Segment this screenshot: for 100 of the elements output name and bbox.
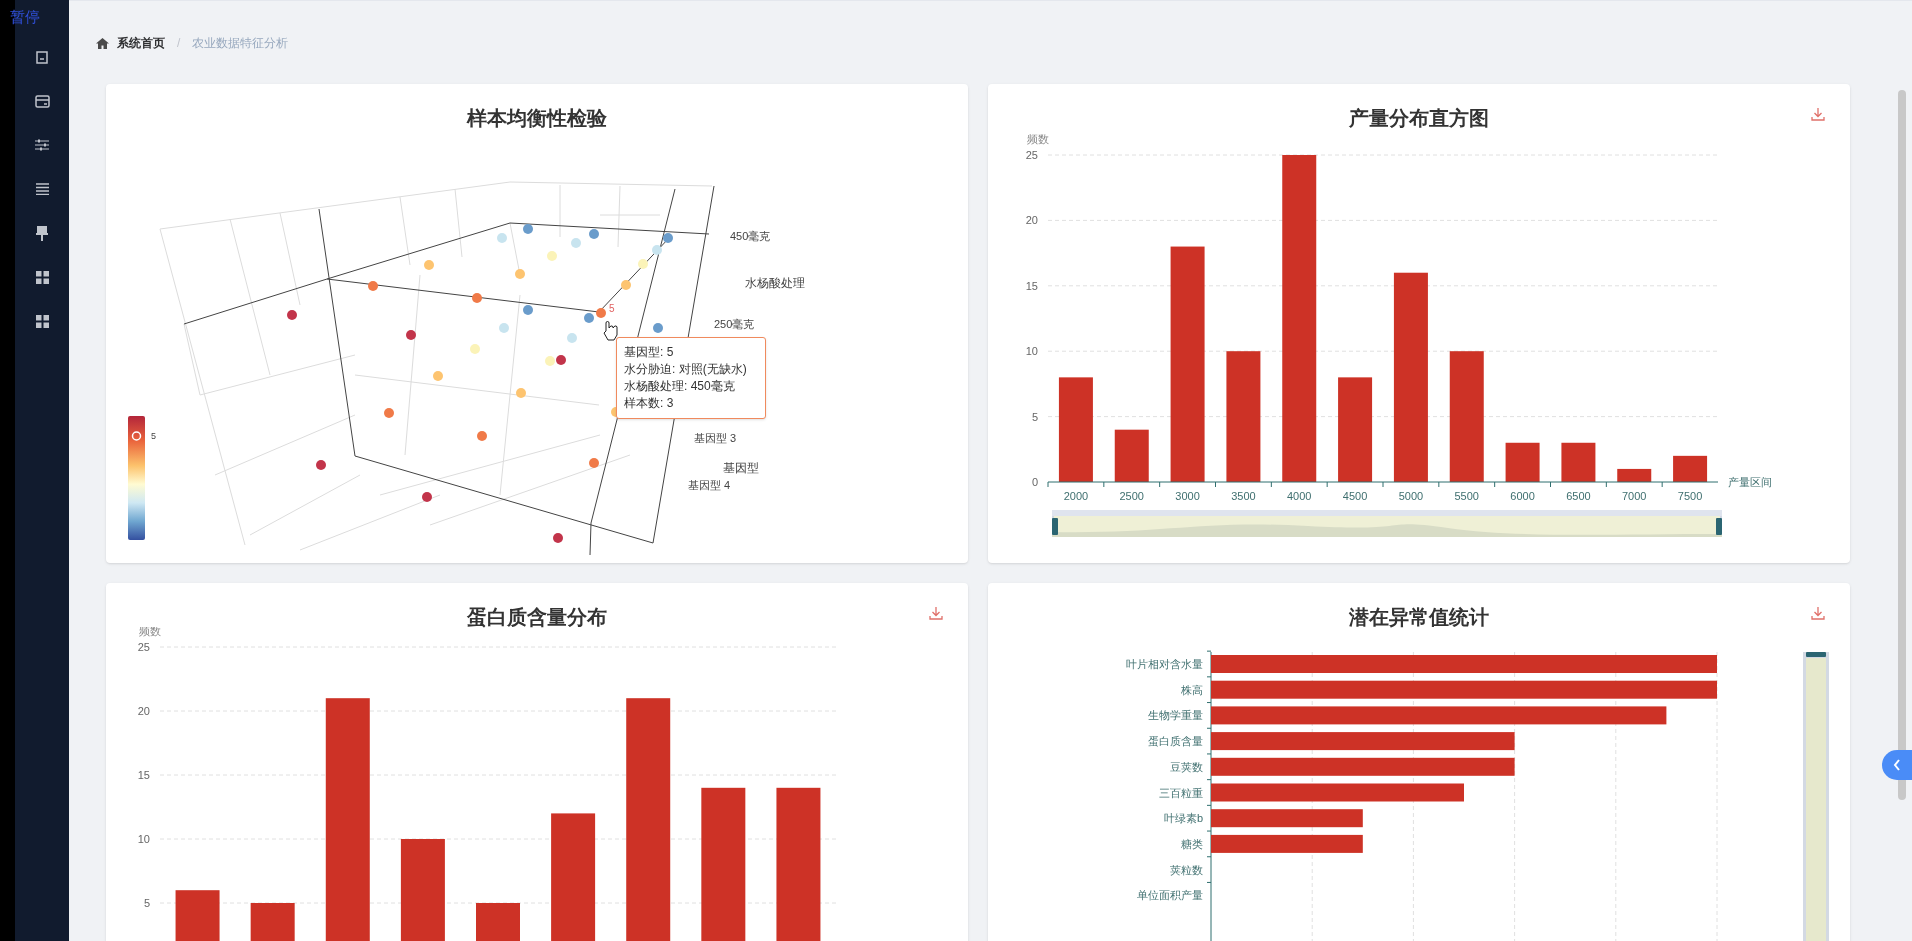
bar[interactable] xyxy=(701,787,746,941)
grid-icon[interactable] xyxy=(35,314,49,328)
pointer-cursor-icon xyxy=(603,321,618,341)
tooltip-line: 样本数: 3 xyxy=(624,395,675,412)
brush-icon[interactable] xyxy=(36,225,48,241)
axis-label: 3500 xyxy=(1231,490,1256,502)
slider-handle[interactable] xyxy=(1806,652,1826,657)
download-button[interactable] xyxy=(1810,106,1826,122)
breadcrumb-separator: / xyxy=(177,35,181,52)
document-icon[interactable] xyxy=(35,49,49,65)
zoom-slider[interactable] xyxy=(1052,510,1722,537)
bar[interactable] xyxy=(325,698,370,941)
breadcrumb-link[interactable]: 系统首页 xyxy=(117,34,165,52)
color-scale-label: 5 xyxy=(151,431,156,441)
color-scale-handle[interactable] xyxy=(131,431,142,441)
zoom-slider[interactable] xyxy=(1803,652,1829,941)
bar[interactable] xyxy=(1617,468,1652,482)
bar[interactable] xyxy=(1226,351,1261,482)
download-button[interactable] xyxy=(928,605,944,621)
download-icon xyxy=(1811,107,1825,121)
axis-title: 水杨酸处理 xyxy=(745,276,805,290)
axis-label: 4000 xyxy=(1287,490,1312,502)
data-point[interactable] xyxy=(477,431,487,441)
bar[interactable] xyxy=(1211,834,1363,853)
color-scale[interactable] xyxy=(128,416,145,540)
bar[interactable] xyxy=(1211,757,1515,776)
bar[interactable] xyxy=(1211,809,1363,828)
data-point[interactable] xyxy=(596,308,606,318)
axis-label: 6000 xyxy=(1510,490,1535,502)
axis-label: 20 xyxy=(1025,214,1038,227)
axis-label: 25 xyxy=(137,641,150,653)
data-point[interactable] xyxy=(663,233,673,243)
axis-label: 糖类 xyxy=(1181,837,1203,850)
bar[interactable] xyxy=(1338,377,1373,482)
data-point[interactable] xyxy=(553,533,563,543)
axis-label: 基因型 4 xyxy=(688,479,731,491)
data-point[interactable] xyxy=(287,310,297,320)
data-point[interactable] xyxy=(589,458,599,468)
axis-label: 三百粒重 xyxy=(1159,786,1203,799)
bar[interactable] xyxy=(1561,442,1596,482)
data-point[interactable] xyxy=(523,305,533,315)
axis-label: 株高 xyxy=(1181,683,1203,696)
card-icon[interactable] xyxy=(34,94,50,108)
sliders-icon[interactable] xyxy=(35,139,49,151)
axis-label: 15 xyxy=(137,769,150,781)
data-point[interactable] xyxy=(406,330,416,340)
bar[interactable] xyxy=(250,903,295,941)
bar[interactable] xyxy=(1211,732,1515,751)
bar[interactable] xyxy=(175,890,220,941)
axis-label: 10 xyxy=(1025,345,1038,358)
axis-label: 25 xyxy=(1025,149,1038,161)
bar[interactable] xyxy=(1673,455,1708,482)
data-point[interactable] xyxy=(584,313,594,323)
axis-label: 单位面积产量 xyxy=(1137,889,1203,902)
data-point[interactable] xyxy=(472,293,482,303)
axis-label: 5 xyxy=(143,897,150,909)
bar[interactable] xyxy=(1393,272,1428,482)
axis-label: 6500 xyxy=(1566,490,1591,502)
axis-label: 20 xyxy=(137,705,150,717)
bar[interactable] xyxy=(1114,429,1149,482)
data-point[interactable] xyxy=(653,323,663,333)
bar[interactable] xyxy=(1211,680,1717,699)
collapse-button[interactable] xyxy=(1882,750,1912,780)
tooltip-line: 水分胁迫: 对照(无缺水) xyxy=(624,361,748,378)
data-point[interactable] xyxy=(316,460,326,470)
axis-label: 5500 xyxy=(1454,490,1479,502)
bar[interactable] xyxy=(1282,155,1317,482)
axis-title: 频数 xyxy=(1027,133,1049,145)
bar[interactable] xyxy=(1170,246,1205,482)
slider-handle[interactable] xyxy=(1716,518,1722,535)
bar[interactable] xyxy=(776,787,821,941)
home-icon[interactable] xyxy=(96,37,109,49)
tooltip-line: 水杨酸处理: 450毫克 xyxy=(624,378,736,395)
download-button[interactable] xyxy=(1810,605,1826,621)
data-point[interactable] xyxy=(422,492,432,502)
bar[interactable] xyxy=(400,839,445,941)
bar[interactable] xyxy=(1505,442,1540,482)
axis-label: 叶片相对含水量 xyxy=(1126,658,1203,670)
data-point[interactable] xyxy=(368,281,378,291)
chevron-left-icon xyxy=(1893,759,1901,771)
data-point[interactable] xyxy=(589,229,599,239)
tooltip-line: 基因型: 5 xyxy=(624,344,675,361)
axis-title: 基因型 xyxy=(723,461,759,475)
data-point[interactable] xyxy=(556,355,566,365)
breadcrumb-current: 农业数据特征分析 xyxy=(192,35,289,52)
bar[interactable] xyxy=(626,698,671,941)
slider-handle[interactable] xyxy=(1052,518,1058,535)
bar[interactable] xyxy=(1058,377,1093,482)
bar[interactable] xyxy=(1211,706,1667,725)
data-point[interactable] xyxy=(652,245,662,255)
axis-label: 5 xyxy=(1031,410,1038,423)
bar[interactable] xyxy=(1449,351,1484,482)
data-point[interactable] xyxy=(523,224,533,234)
data-point[interactable] xyxy=(384,408,394,418)
scrollbar[interactable] xyxy=(1898,90,1906,800)
axis-label: 0 xyxy=(1031,476,1038,488)
axis-label: 2000 xyxy=(1063,490,1089,502)
bar[interactable] xyxy=(551,813,596,941)
grid-icon[interactable] xyxy=(35,270,49,284)
list-icon[interactable] xyxy=(35,183,49,195)
